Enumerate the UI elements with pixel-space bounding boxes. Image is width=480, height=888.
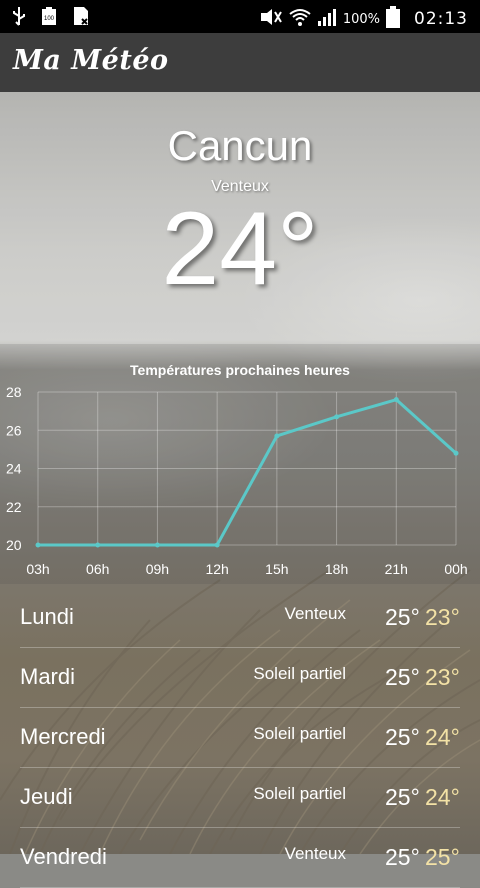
data-point [95,542,101,548]
x-tick-label: 06h [86,561,109,577]
forecast-condition: Soleil partiel [253,724,346,743]
y-tick-label: 20 [6,537,22,553]
battery-notification-icon: 100 [40,6,58,30]
wifi-icon [289,7,311,31]
forecast-row[interactable]: Mardi Soleil partiel 25° 23° [20,648,460,708]
sim-card-icon [72,6,90,30]
forecast-high: 25° [385,844,420,870]
forecast-day: Vendredi [20,844,107,869]
signal-icon [317,7,337,31]
data-point [274,433,280,439]
status-bar: 100 100% 02:13 [0,0,480,33]
data-point [214,542,220,548]
forecast-condition: Soleil partiel [253,664,346,683]
hourly-chart: Températures prochaines heures 20 22 24 26 2… [0,344,480,584]
forecast-high: 25° [385,724,420,750]
forecast-day: Mercredi [20,724,106,749]
forecast-low: 23° [425,604,460,630]
data-point [393,397,399,403]
x-tick-label: 00h [444,561,467,577]
forecast-condition: Venteux [284,604,346,623]
y-tick-label: 28 [6,384,22,400]
y-tick-label: 24 [6,461,22,477]
y-tick-label: 26 [6,422,22,438]
battery-percent: 100% [342,11,380,27]
svg-text:100: 100 [44,16,55,22]
forecast-row[interactable]: Jeudi Soleil partiel 25° 24° [20,768,460,828]
forecast-low: 24° [425,784,460,810]
app-title: Ma Météo [13,45,169,76]
forecast-high: 25° [385,604,420,630]
forecast-row[interactable]: Mercredi Soleil partiel 25° 24° [20,708,460,768]
forecast-high: 25° [385,664,420,690]
clock: 02:13 [414,9,468,29]
forecast-high: 25° [385,784,420,810]
city-name: Cancun [167,122,313,169]
x-tick-label: 15h [265,561,288,577]
forecast-row[interactable]: Lundi Venteux 25° 23° [20,588,460,648]
forecast-day: Mardi [20,664,76,689]
forecast-condition: Soleil partiel [253,784,346,803]
y-tick-label: 22 [6,499,22,515]
x-tick-label: 09h [146,561,169,577]
series-line [38,398,458,547]
x-tick-label: 18h [325,561,348,577]
forecast-condition: Venteux [284,844,346,863]
forecast-day: Lundi [20,604,74,629]
hourly-temperature-chart: 20 22 24 26 28 03h 06h 09h 12h 15h 18h 21h 00h [6,384,468,577]
forecast-day: Jeudi [20,784,73,809]
current-temperature: 24° [161,191,319,307]
x-tick-label: 21h [385,561,408,577]
data-point [154,542,160,548]
forecast-low: 23° [425,664,460,690]
x-tick-label: 12h [205,561,228,577]
data-point [334,414,340,420]
usb-icon [12,6,26,30]
battery-icon [386,6,400,32]
forecast-low: 24° [425,724,460,750]
daily-forecast-list: Lundi Venteux 25° 23° Mardi Soleil parti… [0,588,480,888]
data-point [35,542,41,548]
forecast-low: 25° [425,844,460,870]
nfc-mute-icon [259,7,283,31]
data-point [453,450,459,456]
current-weather: Cancun Venteux 24° [0,92,480,344]
forecast-row[interactable]: Vendredi Venteux 25° 25° [20,828,460,888]
x-tick-label: 03h [26,561,49,577]
app-bar: Ma Météo [0,33,480,92]
